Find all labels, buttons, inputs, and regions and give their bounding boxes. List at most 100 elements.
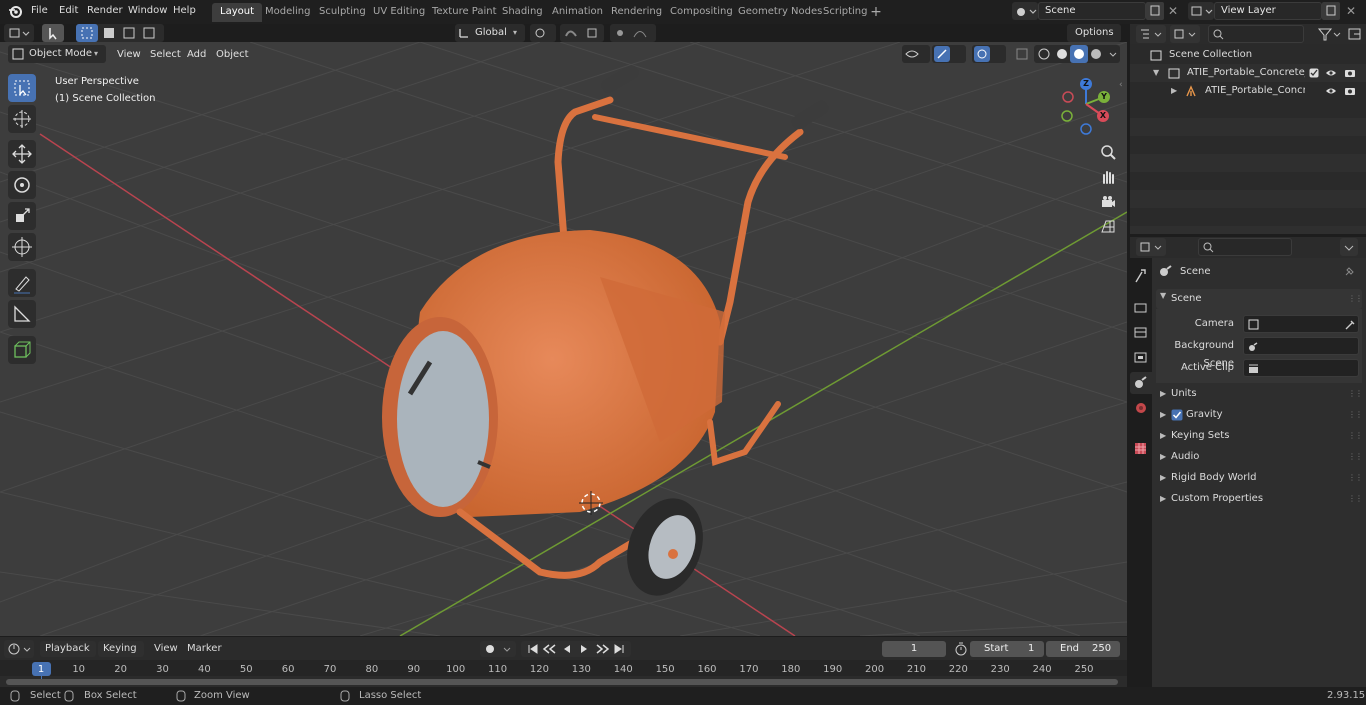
add-workspace-icon[interactable]: + (869, 3, 883, 21)
output-tab-icon[interactable] (1132, 323, 1150, 343)
scene-browse-button[interactable] (1012, 2, 1038, 20)
outliner-search-input[interactable] (1208, 25, 1304, 43)
outliner-row-scene-collection[interactable]: Scene Collection (1130, 46, 1366, 64)
tool-tab-icon[interactable] (1132, 266, 1150, 286)
scene-panel-header[interactable]: ▼ Scene ⋮⋮ (1156, 289, 1363, 309)
gizmo-z-label[interactable]: Z (1080, 78, 1092, 90)
background-scene-field[interactable] (1243, 337, 1359, 355)
audio-panel-header[interactable]: ▶ Audio ⋮⋮ (1156, 447, 1363, 467)
eyedropper-icon[interactable] (1344, 319, 1355, 330)
object-mode-select[interactable]: Object Mode ▾ (8, 45, 106, 63)
cursor-tool-icon[interactable] (8, 105, 36, 133)
select-tool-mode-button[interactable] (42, 24, 64, 42)
sidebar-toggle-icon[interactable]: ‹ (1119, 80, 1123, 90)
gizmo-x-label[interactable]: X (1097, 110, 1109, 122)
checkbox-icon[interactable] (1309, 68, 1319, 78)
scene-close-icon[interactable]: ✕ (1164, 2, 1182, 20)
tab-uv-editing[interactable]: UV Editing (365, 3, 433, 22)
eye-icon[interactable] (1325, 86, 1337, 96)
stopwatch-icon[interactable] (953, 641, 969, 657)
drag-grip-icon[interactable]: ⋮⋮ (1348, 447, 1363, 467)
selection-mode-buttons[interactable] (76, 24, 164, 42)
pin-icon[interactable] (1342, 265, 1356, 279)
drag-grip-icon[interactable]: ⋮⋮ (1348, 426, 1363, 446)
drag-grip-icon[interactable]: ⋮⋮ (1348, 489, 1363, 509)
start-frame-field[interactable]: Start 1 (970, 641, 1044, 657)
custom-properties-panel-header[interactable]: ▶ Custom Properties ⋮⋮ (1156, 489, 1363, 509)
gravity-panel-header[interactable]: ▶ Gravity ⋮⋮ (1156, 405, 1363, 425)
timeline-scrollbar[interactable] (6, 679, 1118, 685)
camera-icon[interactable] (1344, 85, 1356, 97)
annotate-tool-icon[interactable] (8, 269, 36, 297)
current-frame-field[interactable]: 1 (882, 641, 946, 657)
drag-grip-icon[interactable]: ⋮⋮ (1348, 405, 1363, 425)
gizmo-toggle-icon[interactable] (932, 45, 966, 63)
tab-texture-paint[interactable]: Texture Paint (424, 3, 505, 22)
timeline-menu-keying[interactable]: Keying (98, 641, 144, 657)
tab-scripting[interactable]: Scripting (815, 3, 875, 22)
proportional-editing-icon[interactable] (610, 24, 656, 42)
viewport-menu-object[interactable]: Object (216, 47, 249, 63)
drag-grip-icon[interactable]: ⋮⋮ (1348, 294, 1363, 303)
xray-icon[interactable] (1014, 45, 1032, 63)
3d-viewport[interactable] (0, 42, 1127, 636)
measure-tool-icon[interactable] (8, 300, 36, 328)
drag-grip-icon[interactable]: ⋮⋮ (1348, 468, 1363, 488)
world-tab-icon[interactable] (1132, 398, 1150, 418)
record-keyframe-icon[interactable] (480, 641, 516, 657)
expand-right-icon[interactable]: ▶ (1171, 82, 1177, 100)
rigid-body-world-panel-header[interactable]: ▶ Rigid Body World ⋮⋮ (1156, 468, 1363, 488)
timeline-menu-view[interactable]: View (154, 641, 178, 657)
view-layer-field[interactable]: View Layer (1214, 2, 1322, 20)
viewport-menu-view[interactable]: View (117, 47, 141, 63)
camera-view-icon[interactable] (1098, 192, 1118, 212)
gizmo-y-label[interactable]: Y (1098, 91, 1110, 103)
menu-file[interactable]: File (31, 0, 48, 24)
overlays-icon[interactable] (972, 45, 1006, 63)
outliner-row-collection[interactable]: ▼ ATIE_Portable_Concrete_Mixe (1130, 64, 1366, 82)
timeline-menu-marker[interactable]: Marker (187, 641, 222, 657)
eye-icon[interactable] (1325, 68, 1337, 78)
outliner-row-object[interactable]: ▶ ATIE_Portable_Concrete_ (1130, 82, 1366, 100)
viewlayer-copy-icon[interactable] (1322, 2, 1340, 20)
filter-icon[interactable] (1316, 25, 1342, 43)
active-clip-field[interactable] (1243, 359, 1359, 377)
options-button[interactable]: Options (1067, 24, 1121, 42)
units-panel-header[interactable]: ▶ Units ⋮⋮ (1156, 384, 1363, 404)
transform-orientation-select[interactable]: Global ▾ (455, 24, 525, 42)
pivot-point-icon[interactable] (530, 24, 556, 42)
properties-search-input[interactable] (1198, 238, 1292, 256)
rotate-tool-icon[interactable] (8, 171, 36, 199)
navigation-gizmo[interactable]: Z Y X (1057, 74, 1117, 136)
tab-animation[interactable]: Animation (544, 3, 611, 22)
drag-grip-icon[interactable]: ⋮⋮ (1348, 384, 1363, 404)
texture-tab-icon[interactable] (1132, 438, 1150, 458)
scene-tab-icon[interactable] (1130, 372, 1152, 394)
expand-down-icon[interactable]: ▼ (1153, 64, 1159, 82)
menu-window[interactable]: Window (128, 0, 167, 24)
tab-compositing[interactable]: Compositing (662, 3, 741, 22)
viewport-menu-select[interactable]: Select (150, 47, 181, 63)
display-mode-icon[interactable] (1170, 25, 1200, 43)
ortho-grid-icon[interactable] (1098, 217, 1118, 237)
end-frame-field[interactable]: End 250 (1046, 641, 1120, 657)
menu-edit[interactable]: Edit (59, 0, 78, 24)
select-box-tool-icon[interactable] (8, 74, 36, 102)
menu-help[interactable]: Help (173, 0, 196, 24)
view-layer-tab-icon[interactable] (1132, 348, 1150, 368)
move-tool-icon[interactable] (8, 140, 36, 168)
zoom-icon[interactable] (1098, 142, 1118, 162)
add-cube-tool-icon[interactable] (8, 336, 36, 364)
camera-icon[interactable] (1344, 67, 1356, 79)
scene-name-field[interactable]: Scene (1038, 2, 1146, 20)
properties-editor-type-button[interactable] (1136, 238, 1166, 256)
scene-copy-icon[interactable] (1146, 2, 1164, 20)
shading-mode-buttons[interactable] (1034, 45, 1120, 63)
editor-type-button[interactable] (4, 24, 34, 42)
playback-controls[interactable] (521, 641, 631, 657)
tab-layout[interactable]: Layout (212, 3, 262, 22)
new-collection-icon[interactable] (1346, 25, 1364, 43)
render-tab-icon[interactable] (1132, 298, 1150, 318)
tab-modeling[interactable]: Modeling (257, 3, 319, 22)
gravity-checkbox-icon[interactable] (1171, 409, 1183, 421)
